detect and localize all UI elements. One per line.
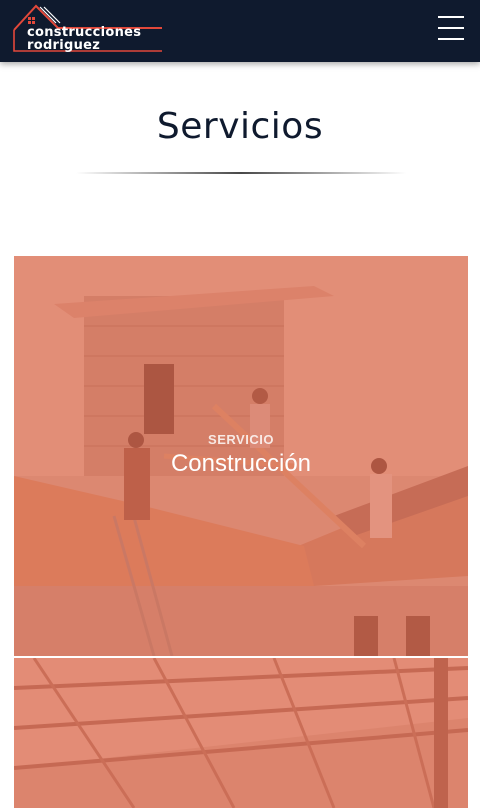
- top-navbar: construcciones rodriguez: [0, 0, 480, 62]
- title-divider: [76, 172, 406, 174]
- logo-line-2: rodriguez: [27, 38, 101, 53]
- service-kicker: SERVICIO: [208, 432, 274, 447]
- service-title: Construcción: [170, 450, 312, 477]
- page-title: Servicios: [156, 106, 324, 147]
- service-card-construccion[interactable]: SERVICIO Construcción: [14, 256, 468, 656]
- site-logo[interactable]: construcciones rodriguez: [12, 4, 164, 54]
- service-card-2[interactable]: [14, 658, 468, 808]
- logo-text: construcciones rodriguez: [27, 26, 141, 52]
- hamburger-menu-icon[interactable]: [438, 16, 464, 40]
- card-overlay: [14, 658, 468, 808]
